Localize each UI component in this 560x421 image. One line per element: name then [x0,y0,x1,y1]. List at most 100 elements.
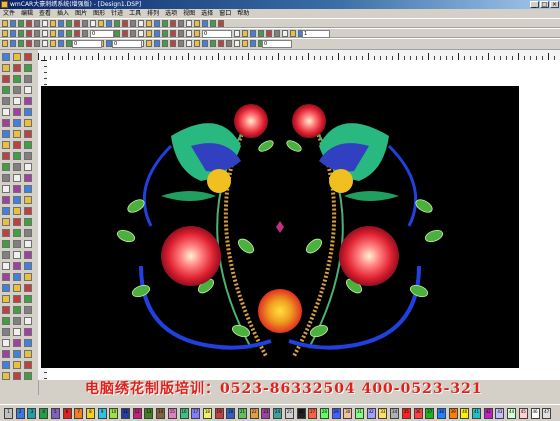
toolbox-icon[interactable] [24,262,32,270]
tool-icon[interactable] [258,30,264,37]
tool-icon[interactable] [266,30,272,37]
tool-icon[interactable] [26,30,32,37]
toolbox-icon[interactable] [2,64,10,72]
toolbar-field[interactable]: 1 [302,30,330,38]
toolbox-icon[interactable] [13,240,21,248]
toolbox-icon[interactable] [13,372,21,380]
menu-item-2[interactable]: 查看 [36,9,54,18]
tool-icon[interactable] [42,40,48,47]
color-swatch[interactable]: 15 [167,408,177,419]
color-swatch[interactable]: 10 [109,408,119,419]
color-swatch[interactable]: 3 [27,408,37,419]
color-swatch[interactable]: 27 [308,408,318,419]
toolbox-icon[interactable] [13,108,21,116]
toolbox-icon[interactable] [2,251,10,259]
tool-icon[interactable] [82,20,88,27]
toolbox-icon[interactable] [24,317,32,325]
toolbox-icon[interactable] [24,218,32,226]
toolbox-icon[interactable] [2,273,10,281]
toolbox-icon[interactable] [24,53,32,61]
color-swatch[interactable]: 36 [413,408,423,419]
toolbox-icon[interactable] [2,306,10,314]
color-swatch[interactable]: 24 [273,408,283,419]
menu-item-11[interactable]: 选择 [198,9,216,18]
color-swatch[interactable]: 14 [156,408,166,419]
toolbox-icon[interactable] [13,141,21,149]
toolbox-icon[interactable] [24,251,32,259]
color-swatch[interactable]: 22 [249,408,259,419]
toolbox-icon[interactable] [2,262,10,270]
toolbox-icon[interactable] [24,86,32,94]
color-swatch[interactable]: 1 [4,408,13,419]
toolbox-icon[interactable] [13,185,21,193]
menu-item-4[interactable]: 图片 [72,9,90,18]
tool-icon[interactable] [130,30,136,37]
toolbox-icon[interactable] [2,284,10,292]
color-swatch[interactable]: 39 [448,408,458,419]
color-swatch[interactable]: 11 [121,408,130,419]
toolbox-icon[interactable] [13,174,21,182]
toolbox-icon[interactable] [2,328,10,336]
toolbox-icon[interactable] [24,229,32,237]
color-swatch[interactable]: 30 [343,408,353,419]
tool-icon[interactable] [178,40,184,47]
toolbar-field[interactable]: 0 [90,30,114,38]
tool-icon[interactable] [250,30,256,37]
color-swatch[interactable]: 32 [366,408,376,419]
color-swatch[interactable]: 23 [261,408,271,419]
tool-icon[interactable] [202,20,208,27]
toolbox-icon[interactable] [13,130,21,138]
tool-icon[interactable] [114,20,120,27]
toolbox-icon[interactable] [13,53,21,61]
tool-icon[interactable] [18,40,24,47]
menu-item-9[interactable]: 选项 [162,9,180,18]
tool-icon[interactable] [154,40,160,47]
tool-icon[interactable] [66,20,72,27]
toolbox-icon[interactable] [2,119,10,127]
toolbox-icon[interactable] [13,75,21,83]
tool-icon[interactable] [66,30,72,37]
tool-icon[interactable] [210,40,216,47]
tool-icon[interactable] [186,20,192,27]
toolbox-icon[interactable] [24,141,32,149]
toolbox-icon[interactable] [13,86,21,94]
toolbox-icon[interactable] [2,86,10,94]
tool-icon[interactable] [2,30,8,37]
toolbox-icon[interactable] [24,97,32,105]
tool-icon[interactable] [34,40,40,47]
tool-icon[interactable] [138,30,144,37]
toolbox-icon[interactable] [13,350,21,358]
toolbox-icon[interactable] [13,97,21,105]
toolbox-icon[interactable] [13,284,21,292]
tool-icon[interactable] [26,40,32,47]
tool-icon[interactable] [26,20,32,27]
tool-icon[interactable] [242,40,248,47]
toolbox-icon[interactable] [2,75,10,83]
tool-icon[interactable] [50,30,56,37]
toolbox-icon[interactable] [24,64,32,72]
tool-icon[interactable] [226,40,232,47]
tool-icon[interactable] [274,30,280,37]
toolbox-icon[interactable] [2,339,10,347]
tool-icon[interactable] [10,40,16,47]
tool-icon[interactable] [154,20,160,27]
tool-icon[interactable] [18,30,24,37]
tool-icon[interactable] [18,20,24,27]
tool-icon[interactable] [194,30,200,37]
tool-icon[interactable] [10,30,16,37]
color-swatch[interactable]: 6 [62,408,72,419]
toolbox-icon[interactable] [2,372,10,380]
toolbox-icon[interactable] [13,251,21,259]
tool-icon[interactable] [162,20,168,27]
toolbox-icon[interactable] [2,240,10,248]
embroidery-design[interactable] [41,86,519,368]
tool-icon[interactable] [2,20,8,27]
color-swatch[interactable]: 35 [401,408,411,419]
tool-icon[interactable] [210,20,216,27]
toolbox-icon[interactable] [24,196,32,204]
color-swatch[interactable]: 40 [460,408,470,419]
toolbox-icon[interactable] [2,185,10,193]
tool-icon[interactable] [250,40,256,47]
tool-icon[interactable] [138,20,144,27]
tool-icon[interactable] [42,20,48,27]
